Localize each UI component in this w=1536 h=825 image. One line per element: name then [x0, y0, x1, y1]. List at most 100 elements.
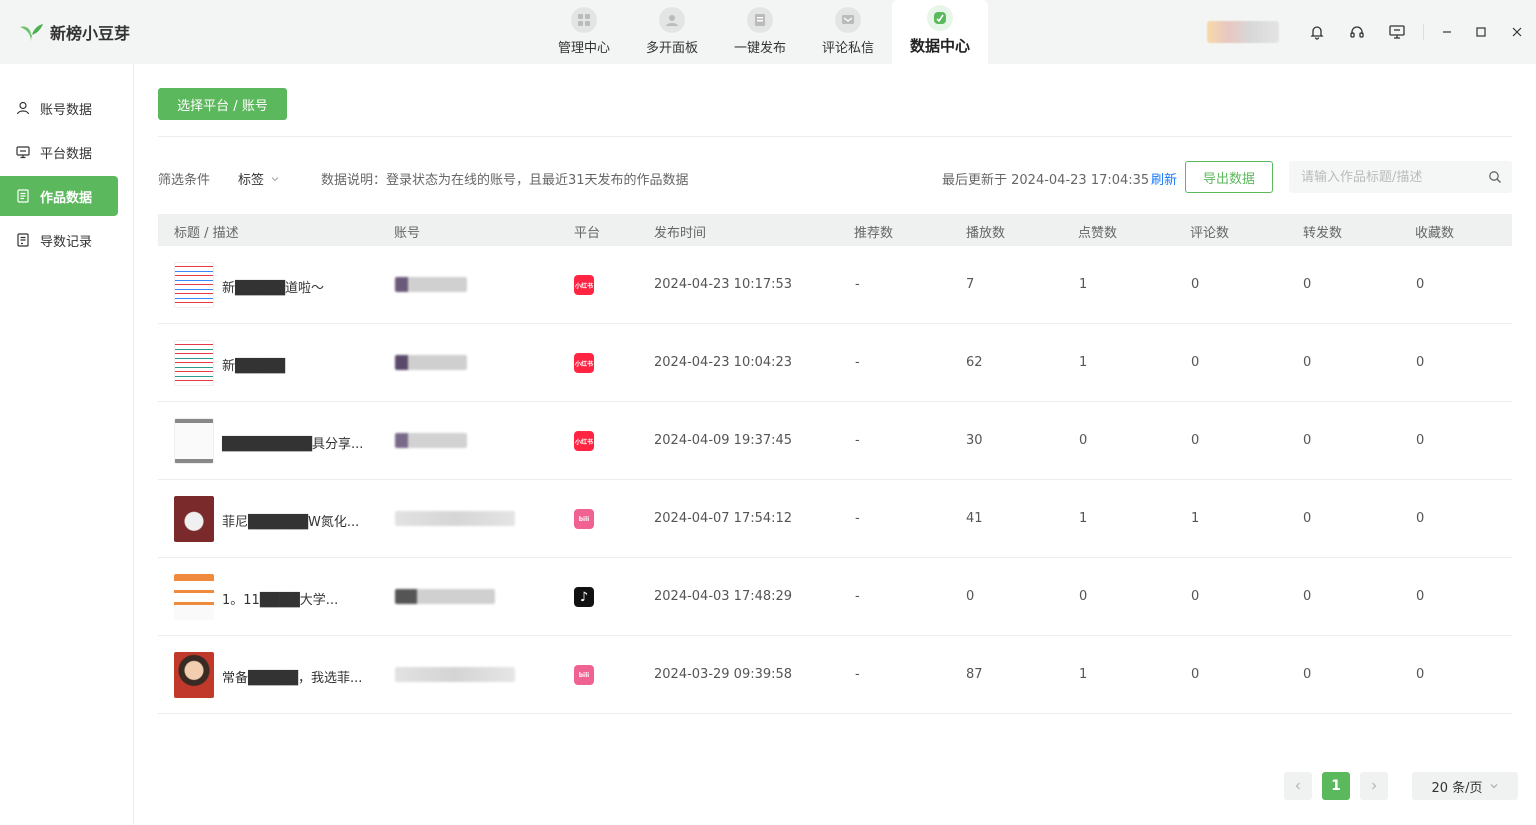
app-name: 新榜小豆芽 — [50, 24, 131, 43]
share-count: 0 — [1303, 277, 1312, 292]
pagination: 1 20 条/页 — [1284, 772, 1518, 800]
publish-time: 2024-04-09 19:37:45 — [654, 433, 793, 448]
play-count: 0 — [966, 589, 975, 604]
comment-count: 0 — [1191, 433, 1200, 448]
headset-icon[interactable] — [1337, 0, 1377, 64]
sidebar: 账号数据 平台数据 作品数据 导数记录 — [0, 64, 134, 825]
minimize-icon[interactable] — [1430, 0, 1464, 64]
column-header: 转发数 — [1303, 226, 1343, 241]
chevron-down-icon — [271, 176, 279, 181]
play-count: 62 — [966, 355, 983, 370]
separator — [1423, 24, 1424, 40]
recommend-count: - — [855, 589, 860, 604]
works-table: 标题 / 描述 账号 平台 发布时间 推荐数 播放数 点赞数 评论数 转发数 收… — [158, 214, 1512, 714]
grid-icon — [571, 7, 597, 33]
like-count: 0 — [1079, 433, 1088, 448]
page-number-button[interactable]: 1 — [1322, 772, 1350, 800]
export-data-button[interactable]: 导出数据 — [1185, 161, 1273, 193]
favorite-count: 0 — [1416, 355, 1425, 370]
data-description: 数据说明：登录状态为在线的账号，且最近31天发布的作品数据 — [321, 173, 689, 188]
avatar[interactable] — [1207, 21, 1279, 43]
record-icon — [17, 233, 29, 247]
bilibili-icon: bili — [574, 509, 594, 529]
close-icon[interactable] — [1498, 0, 1536, 64]
account-name — [395, 589, 495, 604]
comment-count: 0 — [1191, 589, 1200, 604]
xiaohongshu-icon: 小红书 — [574, 431, 594, 451]
share-count: 0 — [1303, 511, 1312, 526]
sidebar-item-platform-data[interactable]: 平台数据 — [0, 132, 118, 172]
search-input[interactable] — [1289, 169, 1479, 185]
xiaohongshu-icon: 小红书 — [574, 353, 594, 373]
work-title: █████████具分享... — [222, 437, 364, 452]
play-count: 41 — [966, 511, 983, 526]
table-row[interactable]: 常备█████，我选菲... bili 2024-03-29 09:39:58 … — [158, 636, 1512, 714]
nav-tab-management[interactable]: 管理中心 — [540, 0, 628, 64]
nav-label: 管理中心 — [557, 41, 610, 56]
comment-count: 1 — [1191, 511, 1200, 526]
favorite-count: 0 — [1416, 589, 1425, 604]
play-count: 7 — [966, 277, 975, 292]
column-header: 发布时间 — [654, 226, 707, 241]
user-icon — [16, 101, 30, 115]
account-name — [395, 433, 467, 448]
table-row[interactable]: 新█████ 小红书 2024-04-23 10:04:23 - 62 1 0 … — [158, 324, 1512, 402]
work-title: 常备█████，我选菲... — [222, 671, 363, 686]
work-title: 菲尼██████W氮化... — [222, 515, 360, 530]
next-page-button[interactable] — [1360, 772, 1388, 800]
select-platform-account-button[interactable]: 选择平台 / 账号 — [158, 88, 287, 120]
refresh-link[interactable]: 刷新 — [1151, 169, 1177, 188]
like-count: 1 — [1079, 355, 1088, 370]
app-logo: 新榜小豆芽 — [18, 20, 130, 44]
like-count: 1 — [1079, 277, 1088, 292]
nav-label: 多开面板 — [645, 41, 698, 56]
nav-label: 评论私信 — [821, 41, 874, 56]
play-count: 87 — [966, 667, 983, 682]
work-title: 新█████ — [222, 359, 285, 374]
nav-tab-data-center[interactable]: 数据中心 — [892, 0, 988, 64]
window-controls — [1207, 0, 1536, 64]
share-count: 0 — [1303, 355, 1312, 370]
last-updated-text: 最后更新于 2024-04-23 17:04:35 — [942, 173, 1150, 188]
document-icon — [17, 189, 29, 203]
comment-count: 0 — [1191, 667, 1200, 682]
publish-time: 2024-03-29 09:39:58 — [654, 667, 793, 682]
table-row[interactable]: █████████具分享... 小红书 2024-04-09 19:37:45 … — [158, 402, 1512, 480]
column-header: 账号 — [394, 226, 421, 241]
column-header: 点赞数 — [1078, 226, 1118, 241]
top-bar: 新榜小豆芽 管理中心 多开面板 一键发布 评论私信 数据中心 — [0, 0, 1536, 64]
table-row[interactable]: 菲尼██████W氮化... bili 2024-04-07 17:54:12 … — [158, 480, 1512, 558]
sidebar-item-label: 平台数据 — [40, 146, 93, 162]
chevron-left-icon — [1295, 782, 1300, 790]
page-size-select[interactable]: 20 条/页 — [1412, 772, 1518, 800]
work-thumbnail — [174, 418, 214, 464]
like-count: 1 — [1079, 667, 1088, 682]
recommend-count: - — [855, 355, 860, 370]
bell-icon[interactable] — [1297, 0, 1337, 64]
search-icon[interactable] — [1488, 170, 1502, 184]
publish-time: 2024-04-03 17:48:29 — [654, 589, 793, 604]
page-size-value: 20 条/页 — [1431, 780, 1483, 796]
share-count: 0 — [1303, 433, 1312, 448]
nav-tab-comments[interactable]: 评论私信 — [804, 0, 892, 64]
tag-filter-select[interactable]: 标签 — [238, 169, 280, 188]
sidebar-item-account-data[interactable]: 账号数据 — [0, 88, 118, 128]
maximize-icon[interactable] — [1464, 0, 1498, 64]
chevron-down-icon — [1490, 784, 1497, 789]
publish-icon — [747, 7, 773, 33]
bilibili-icon: bili — [574, 665, 594, 685]
nav-tab-publish[interactable]: 一键发布 — [716, 0, 804, 64]
table-row[interactable]: 新█████道啦～ 小红书 2024-04-23 10:17:53 - 7 1 … — [158, 246, 1512, 324]
monitor-icon[interactable] — [1377, 0, 1417, 64]
filter-row: 筛选条件 标签 数据说明：登录状态为在线的账号，且最近31天发布的作品数据 最后… — [158, 161, 1512, 193]
column-header: 评论数 — [1190, 226, 1230, 241]
sidebar-item-export-records[interactable]: 导数记录 — [0, 220, 118, 260]
nav-tab-multi-panel[interactable]: 多开面板 — [628, 0, 716, 64]
main-nav: 管理中心 多开面板 一键发布 评论私信 数据中心 — [540, 0, 988, 64]
work-thumbnail — [174, 652, 214, 698]
sidebar-item-label: 导数记录 — [40, 234, 93, 250]
prev-page-button[interactable] — [1284, 772, 1312, 800]
sidebar-item-work-data[interactable]: 作品数据 — [0, 176, 118, 216]
work-thumbnail — [174, 496, 214, 542]
table-row[interactable]: 1。11████大学... ♪ 2024-04-03 17:48:29 - 0 … — [158, 558, 1512, 636]
